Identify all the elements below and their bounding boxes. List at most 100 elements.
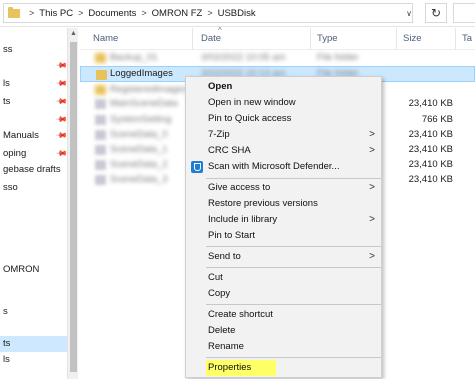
menu-item-crc-sha[interactable]: CRC SHA > [187,143,381,159]
nav-item[interactable]: sso [0,180,67,196]
file-name: SceneData_3 [110,174,168,185]
menu-item-cut[interactable]: Cut [187,270,381,286]
nav-item-label: oping [3,148,27,159]
scrollbar-thumb[interactable] [70,42,77,372]
menu-item-label: Properties [206,360,277,376]
file-icon [95,130,106,140]
breadcrumb-separator[interactable]: > [78,8,83,18]
menu-item-open[interactable]: Open [187,79,381,95]
nav-item[interactable]: ts 📌 [0,94,68,110]
address-bar: > This PC > Documents > OMRON FZ > USBDi… [0,0,475,27]
file-name: SceneData_0 [110,129,168,140]
menu-item-open-new-window[interactable]: Open in new window [187,95,381,111]
menu-item-pin-start[interactable]: Pin to Start [187,228,381,244]
menu-item-7zip[interactable]: 7-Zip > [187,127,381,143]
breadcrumb-separator[interactable]: > [141,8,146,18]
nav-item[interactable]: gebase drafts [0,162,67,178]
menu-item-pin-quick-access[interactable]: Pin to Quick access [187,111,381,127]
menu-item-label: Delete [208,325,236,336]
menu-separator [206,267,381,268]
menu-separator [206,246,381,247]
folder-icon [95,85,106,95]
refresh-button[interactable]: ↻ [425,3,447,23]
breadcrumb-documents[interactable]: Documents [88,8,136,19]
nav-item[interactable]: ls [0,352,67,368]
folder-icon [8,6,20,18]
file-name: SceneData_2 [110,159,168,170]
nav-item[interactable]: ss [0,42,67,58]
nav-item-label: ls [3,78,10,89]
breadcrumb-usbdisk[interactable]: USBDisk [218,8,256,19]
column-header-date[interactable]: Date [201,33,221,44]
nav-item-label: ss [3,44,13,55]
navigation-pane: ss 📌 ls 📌 ts 📌 📌 Manuals 📌 oping 📌 gebase dr… [0,28,68,379]
chevron-right-icon: > [369,129,375,140]
file-icon [95,99,106,109]
menu-separator [206,178,381,179]
chevron-right-icon: > [369,182,375,193]
menu-item-send-to[interactable]: Send to > [187,249,381,265]
column-header-size[interactable]: Size [403,33,421,44]
menu-item-restore-versions[interactable]: Restore previous versions [187,196,381,212]
column-divider[interactable] [396,28,397,50]
file-date: 3/02/2022 10:05 am [201,52,286,63]
menu-separator [206,304,381,305]
menu-item-label: Scan with Microsoft Defender... [208,161,340,172]
file-type: File folder [317,52,359,63]
column-header-tags[interactable]: Ta [462,33,472,44]
menu-item-scan-defender[interactable]: Scan with Microsoft Defender... [187,159,381,175]
menu-item-label: Send to [208,251,241,262]
nav-item[interactable]: 📌 [0,58,68,74]
menu-item-rename[interactable]: Rename [187,339,381,355]
column-divider[interactable] [455,28,456,50]
menu-item-label: Pin to Start [208,230,255,241]
breadcrumb-separator[interactable]: > [29,8,34,18]
refresh-icon: ↻ [430,6,442,20]
file-name: RegisteredImages [110,84,188,95]
column-divider[interactable] [192,28,193,50]
nav-scrollbar[interactable]: ▲ [67,28,78,379]
menu-item-create-shortcut[interactable]: Create shortcut [187,307,381,323]
nav-item-omron[interactable]: OMRON [0,262,67,278]
breadcrumb-separator[interactable]: > [207,8,212,18]
menu-item-label: Pin to Quick access [208,113,292,124]
menu-item-properties[interactable]: Properties [187,360,381,376]
menu-item-copy[interactable]: Copy [187,286,381,302]
file-size: 23,410 KB [408,174,453,185]
nav-item[interactable]: 📌 [0,112,68,128]
menu-item-label: Give access to [208,182,271,193]
column-header-name[interactable]: Name [93,33,118,44]
file-icon [95,160,106,170]
column-divider[interactable] [310,28,311,50]
menu-item-give-access[interactable]: Give access to > [187,180,381,196]
column-header-type[interactable]: Type [317,33,338,44]
menu-separator [206,357,381,358]
column-headers: Name ^ Date Type Size Ta [80,26,475,50]
nav-item[interactable]: oping 📌 [0,146,68,162]
file-name: MainSceneData [110,98,178,109]
breadcrumb[interactable]: > This PC > Documents > OMRON FZ > USBDi… [3,3,413,23]
menu-item-label: 7-Zip [208,129,230,140]
nav-item-manuals[interactable]: Manuals 📌 [0,128,68,144]
search-input[interactable] [453,3,475,23]
nav-item-label: ts [3,96,11,107]
breadcrumb-this-pc[interactable]: This PC [39,8,73,19]
context-menu: Open Open in new window Pin to Quick acc… [185,76,382,378]
menu-item-label: Include in library [208,214,278,225]
nav-item-label: ts [3,338,11,349]
list-item[interactable]: Backup_01 3/02/2022 10:05 am File folder [80,50,475,66]
file-size: 23,410 KB [408,159,453,170]
menu-item-delete[interactable]: Delete [187,323,381,339]
nav-item[interactable]: ls 📌 [0,76,68,92]
breadcrumb-omron-fz[interactable]: OMRON FZ [152,8,203,19]
chevron-right-icon: > [369,251,375,262]
scroll-up-icon[interactable]: ▲ [68,30,79,40]
nav-item-selected[interactable]: ts [0,336,67,352]
menu-item-include-library[interactable]: Include in library > [187,212,381,228]
nav-item-label: s [3,306,8,317]
nav-item-label: gebase drafts [3,164,61,175]
nav-item[interactable]: s [0,304,67,320]
menu-item-label: Create shortcut [208,309,273,320]
menu-item-label: Open in new window [208,97,296,108]
chevron-down-icon[interactable]: ∨ [403,4,415,22]
